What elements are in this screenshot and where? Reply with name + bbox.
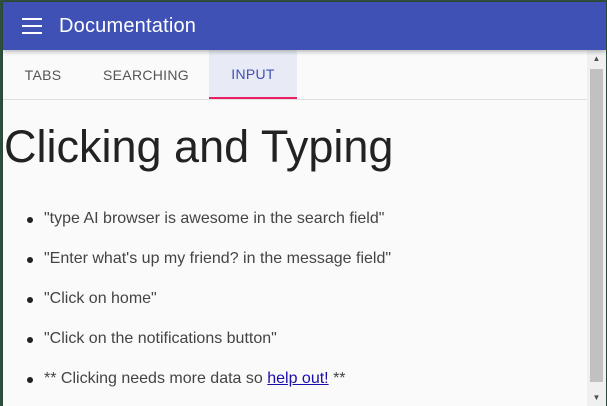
- tab-input[interactable]: INPUT: [209, 50, 297, 99]
- list-item: "Enter what's up my friend? in the messa…: [25, 250, 391, 290]
- content-area: Clicking and Typing "type AI browser is …: [3, 100, 587, 406]
- scrollbar-thumb[interactable]: [590, 69, 603, 382]
- hamburger-menu-icon[interactable]: [22, 18, 42, 34]
- bullet-icon: [27, 217, 33, 223]
- tab-searching[interactable]: SEARCHING: [83, 50, 209, 99]
- scroll-up-arrow-icon[interactable]: ▲: [587, 50, 606, 67]
- bullet-icon: [27, 297, 33, 303]
- scroll-down-arrow-icon[interactable]: ▼: [587, 389, 606, 406]
- list-item-prefix: ** Clicking needs more data so: [44, 370, 268, 387]
- app-title: Documentation: [59, 14, 197, 37]
- help-out-link[interactable]: help out!: [267, 370, 328, 387]
- command-list: "type AI browser is awesome in the searc…: [25, 210, 391, 406]
- list-item: "type AI browser is awesome in the searc…: [25, 210, 391, 250]
- app-bar: Documentation: [3, 2, 606, 50]
- bullet-icon: [27, 337, 33, 343]
- list-item-suffix: **: [328, 370, 346, 387]
- list-item-text: "type AI browser is awesome in the searc…: [44, 210, 385, 227]
- list-item-text: "Enter what's up my friend? in the messa…: [44, 250, 392, 267]
- tab-bar: TABS SEARCHING INPUT: [3, 50, 587, 100]
- documentation-window: Documentation TABS SEARCHING INPUT Click…: [3, 2, 606, 406]
- tab-tabs[interactable]: TABS: [3, 50, 83, 99]
- vertical-scrollbar[interactable]: ▲ ▼: [587, 50, 606, 406]
- bullet-icon: [27, 377, 33, 383]
- list-item: "Click on home": [25, 290, 391, 330]
- bullet-icon: [27, 257, 33, 263]
- page-heading: Clicking and Typing: [4, 121, 394, 172]
- list-item-text: "Click on home": [44, 290, 157, 307]
- list-item-text: "Click on the notifications button": [44, 330, 277, 347]
- list-item: ** Clicking needs more data so help out!…: [25, 370, 391, 406]
- list-item: "Click on the notifications button": [25, 330, 391, 370]
